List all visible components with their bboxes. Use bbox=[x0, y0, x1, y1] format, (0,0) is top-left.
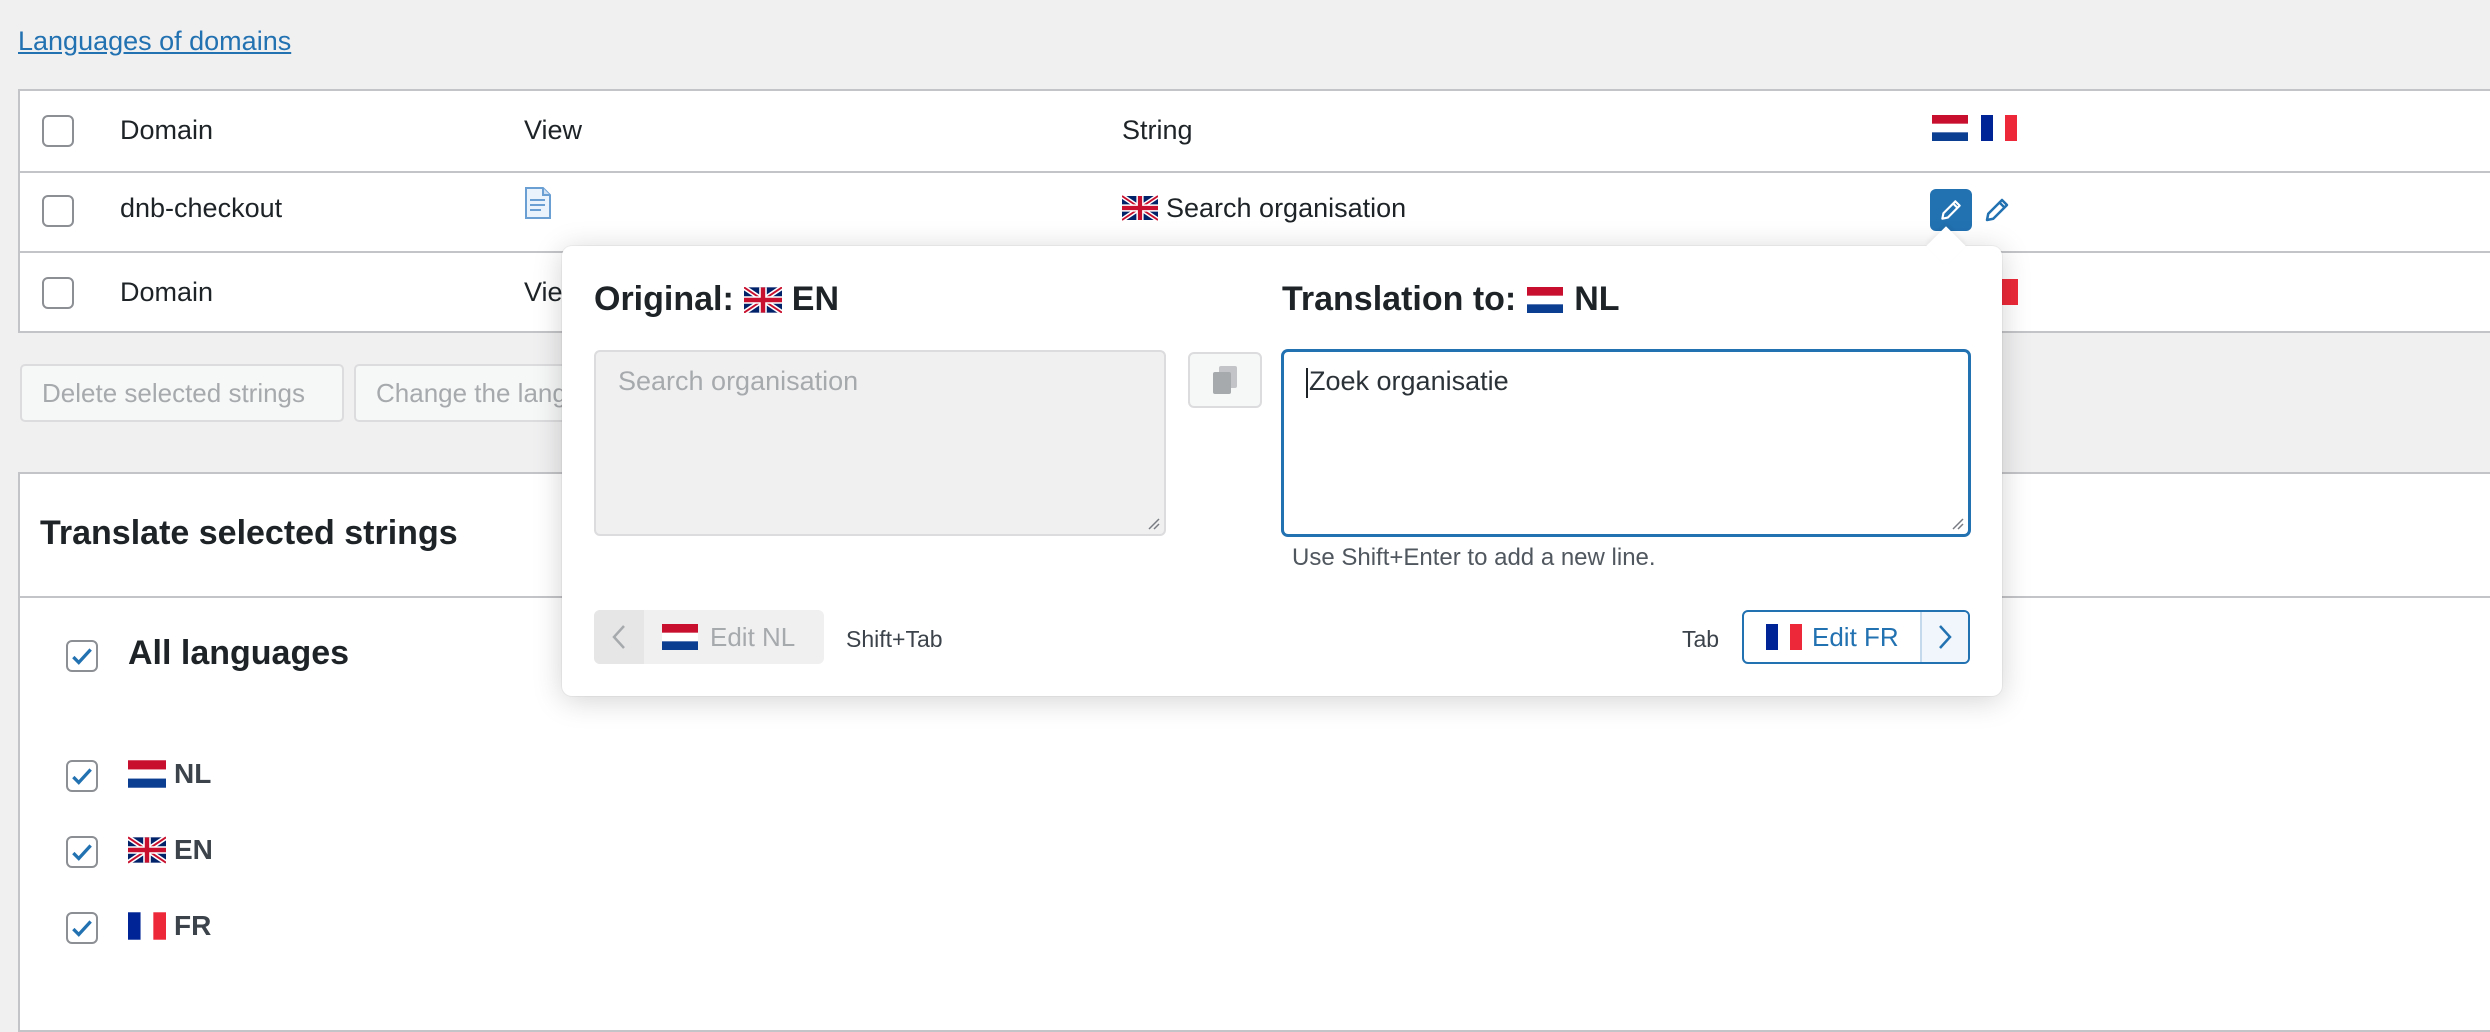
nl-flag-icon bbox=[128, 760, 166, 788]
copy-icon bbox=[1213, 366, 1237, 394]
edit-fr-translation-button[interactable] bbox=[1982, 195, 2012, 230]
translation-text: Zoek organisatie bbox=[1309, 366, 1509, 396]
column-domain[interactable]: Domain bbox=[120, 115, 213, 146]
original-heading: Original: EN bbox=[594, 280, 839, 319]
language-item-nl: NL bbox=[128, 758, 211, 790]
checkmark-icon bbox=[72, 920, 92, 937]
language-checkbox-nl[interactable] bbox=[66, 760, 98, 792]
prev-label: Edit NL bbox=[710, 621, 796, 652]
translation-lang-code: NL bbox=[1574, 280, 1620, 318]
gb-flag-icon bbox=[743, 286, 782, 313]
language-code: NL bbox=[174, 758, 212, 789]
fr-flag-icon bbox=[1981, 115, 2017, 141]
language-item-en: EN bbox=[128, 834, 213, 866]
checkmark-icon bbox=[72, 768, 92, 785]
panel-title: Translate selected strings bbox=[40, 514, 458, 552]
original-label: Original: bbox=[594, 280, 734, 318]
resize-grip-icon[interactable] bbox=[1144, 514, 1160, 530]
language-code: EN bbox=[174, 834, 213, 865]
languages-of-domains-link[interactable]: Languages of domains bbox=[18, 26, 291, 57]
tab-shortcut: Tab bbox=[1682, 626, 1720, 652]
language-item-fr: FR bbox=[128, 910, 211, 942]
column-string[interactable]: String bbox=[1122, 115, 1193, 146]
translation-heading: Translation to: NL bbox=[1282, 280, 1620, 319]
footer-column-view: Vie bbox=[524, 277, 563, 307]
next-label: Edit FR bbox=[1812, 621, 1899, 652]
table-row: dnb-checkout Search organisation bbox=[20, 171, 2490, 253]
row-domain: dnb-checkout bbox=[120, 193, 283, 223]
chevron-left-icon bbox=[594, 610, 644, 664]
translation-label: Translation to: bbox=[1282, 280, 1517, 318]
row-checkbox[interactable] bbox=[42, 195, 74, 227]
file-view-icon[interactable] bbox=[524, 187, 552, 224]
fr-flag-icon bbox=[128, 912, 166, 940]
language-checkbox-en[interactable] bbox=[66, 836, 98, 868]
edit-previous-language-button[interactable]: Edit NL bbox=[594, 610, 824, 664]
pencil-icon bbox=[1941, 200, 1961, 220]
nl-flag-icon bbox=[1526, 286, 1564, 313]
language-code: FR bbox=[174, 910, 212, 941]
source-text: Search organisation bbox=[618, 366, 859, 396]
fr-flag-icon bbox=[2002, 279, 2018, 305]
source-text-field: Search organisation bbox=[594, 350, 1166, 536]
language-checkbox-fr[interactable] bbox=[66, 912, 98, 944]
column-view: View bbox=[524, 115, 583, 145]
nl-flag-icon bbox=[1932, 115, 1968, 141]
edit-next-language-button[interactable]: Edit FR bbox=[1742, 610, 1970, 664]
change-language-button[interactable]: Change the lang bbox=[354, 364, 568, 422]
text-caret bbox=[1306, 367, 1308, 398]
newline-hint: Use Shift+Enter to add a new line. bbox=[1292, 544, 1656, 571]
gb-flag-icon bbox=[1122, 195, 1158, 221]
row-string: Search organisation bbox=[1166, 193, 1407, 223]
original-lang-code: EN bbox=[791, 280, 840, 318]
table-header-row: Domain View String bbox=[20, 91, 2490, 173]
checkmark-icon bbox=[72, 648, 92, 665]
all-languages-label: All languages bbox=[128, 634, 350, 672]
footer-column-domain[interactable]: Domain bbox=[120, 277, 213, 308]
select-all-footer-checkbox[interactable] bbox=[42, 277, 74, 309]
shift-tab-shortcut: Shift+Tab bbox=[846, 626, 943, 652]
edit-nl-translation-button[interactable] bbox=[1930, 189, 1972, 231]
copy-original-button[interactable] bbox=[1188, 352, 1262, 408]
resize-grip-icon[interactable] bbox=[1948, 514, 1964, 530]
translation-popover: Original: EN Translation to: NL Search o… bbox=[562, 226, 2002, 696]
nl-flag-icon bbox=[662, 624, 698, 650]
all-languages-checkbox[interactable] bbox=[66, 640, 98, 672]
translation-textarea[interactable]: Zoek organisatie bbox=[1282, 350, 1970, 536]
delete-selected-strings-button[interactable]: Delete selected strings bbox=[20, 364, 344, 422]
select-all-checkbox[interactable] bbox=[42, 115, 74, 147]
chevron-right-icon bbox=[1920, 612, 1968, 662]
gb-flag-icon bbox=[128, 836, 166, 864]
fr-flag-icon bbox=[1766, 624, 1802, 650]
checkmark-icon bbox=[72, 844, 92, 861]
pencil-icon bbox=[1985, 198, 2009, 222]
